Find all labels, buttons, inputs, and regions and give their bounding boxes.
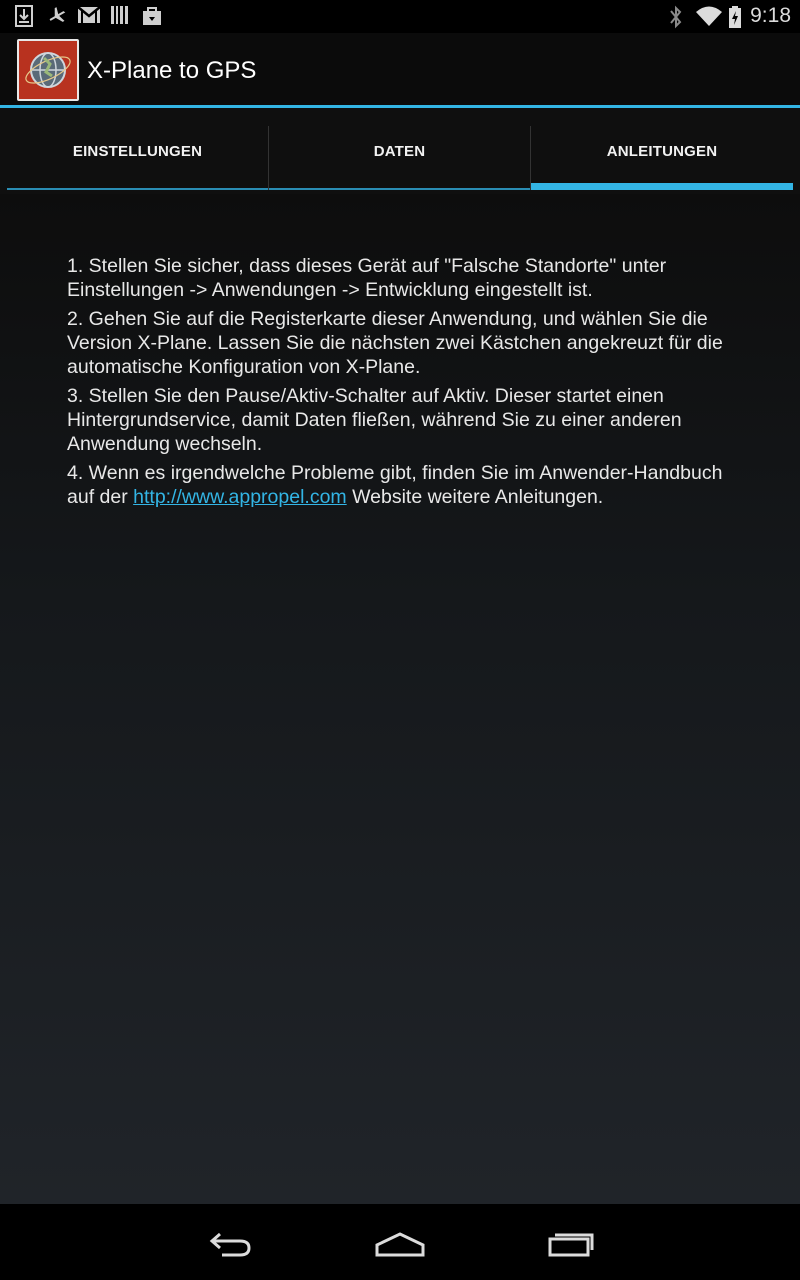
app-icon[interactable] — [17, 39, 79, 101]
barcode-icon — [110, 5, 130, 25]
recent-apps-button[interactable] — [541, 1224, 601, 1264]
status-bar: 9:18 — [0, 0, 800, 33]
back-button[interactable] — [200, 1224, 260, 1264]
instruction-step-2: 2. Gehen Sie auf die Registerkarte diese… — [67, 308, 723, 378]
tab-label: EINSTELLUNGEN — [72, 142, 203, 160]
tab-daten[interactable]: DATEN — [269, 108, 530, 194]
app-title: X-Plane to GPS — [87, 57, 257, 84]
home-button[interactable] — [370, 1224, 430, 1264]
clock: 9:18 — [750, 4, 791, 27]
airplane-icon — [46, 5, 68, 27]
tab-bar: EINSTELLUNGEN DATEN ANLEITUNGEN — [0, 108, 800, 194]
download-icon — [14, 5, 34, 27]
instructions-text: 1. Stellen Sie sicher, dass dieses Gerät… — [67, 254, 732, 514]
instruction-step-4-text-end: Website weitere Anleitungen. — [346, 486, 604, 508]
tab-indicator — [7, 188, 268, 190]
navigation-bar — [0, 1204, 800, 1280]
action-bar: X-Plane to GPS — [0, 33, 800, 108]
shopping-bag-icon — [141, 5, 163, 27]
instruction-step-1: 1. Stellen Sie sicher, dass dieses Gerät… — [67, 255, 667, 301]
content-area: 1. Stellen Sie sicher, dass dieses Gerät… — [0, 194, 800, 1204]
tab-indicator — [269, 188, 530, 190]
battery-charging-icon — [728, 5, 742, 29]
instruction-step-3: 3. Stellen Sie den Pause/Aktiv-Schalter … — [67, 385, 682, 455]
back-icon — [209, 1232, 251, 1257]
tab-anleitungen[interactable]: ANLEITUNGEN — [531, 108, 793, 194]
bluetooth-icon — [668, 5, 684, 29]
tab-einstellungen[interactable]: EINSTELLUNGEN — [7, 108, 268, 194]
website-link[interactable]: http://www.appropel.com — [133, 486, 347, 508]
globe-icon — [25, 52, 71, 88]
gmail-icon — [77, 5, 101, 25]
recent-apps-icon — [548, 1233, 594, 1257]
tab-label: DATEN — [373, 142, 426, 160]
home-icon — [375, 1232, 425, 1257]
instruction-step-4: 4. Wenn es irgendwelche Probleme gibt, f… — [67, 461, 732, 509]
tab-indicator-selected — [531, 183, 793, 190]
wifi-icon — [695, 5, 723, 27]
tab-label: ANLEITUNGEN — [606, 142, 718, 160]
